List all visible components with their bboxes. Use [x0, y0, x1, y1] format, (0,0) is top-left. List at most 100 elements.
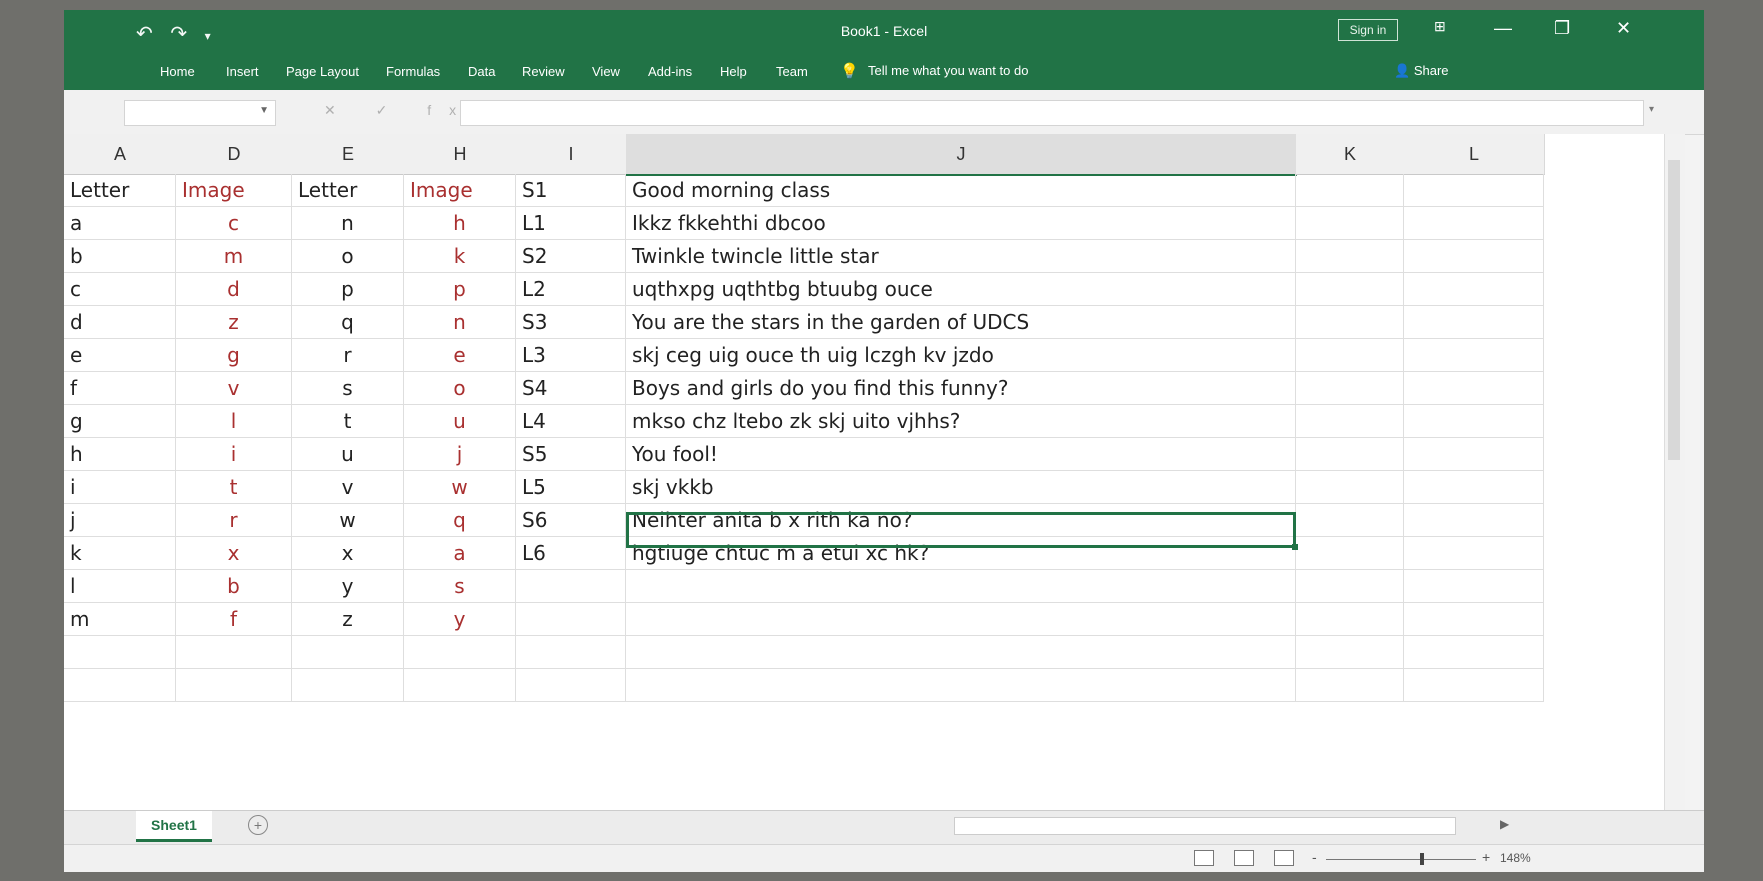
cell-l-9[interactable] [1404, 438, 1544, 471]
cell-i-10[interactable]: L5 [516, 471, 626, 504]
horizontal-scrollbar[interactable] [954, 817, 1456, 835]
cell-k-9[interactable] [1296, 438, 1404, 471]
column-header-l[interactable]: L [1404, 134, 1545, 175]
tab-page-layout[interactable]: Page Layout [286, 64, 359, 79]
close-icon[interactable]: ✕ [1616, 18, 1631, 39]
cell-k-10[interactable] [1296, 471, 1404, 504]
add-sheet-icon[interactable]: + [248, 815, 268, 835]
cell-j-4[interactable]: uqthxpg uqthtbg btuubg ouce [626, 273, 1296, 306]
column-header-e[interactable]: E [292, 134, 405, 175]
cell-e-1[interactable]: Letter [292, 174, 404, 207]
cell-e-13[interactable]: y [292, 570, 404, 603]
cell-l-14[interactable] [1404, 603, 1544, 636]
cell-k-16[interactable] [1296, 669, 1404, 702]
name-box[interactable]: ▼ [124, 100, 276, 126]
cell-h-13[interactable]: s [404, 570, 516, 603]
cell-d-11[interactable]: r [176, 504, 292, 537]
formula-input[interactable] [460, 100, 1644, 126]
cell-k-4[interactable] [1296, 273, 1404, 306]
cell-d-13[interactable]: b [176, 570, 292, 603]
cell-d-14[interactable]: f [176, 603, 292, 636]
cell-e-3[interactable]: o [292, 240, 404, 273]
sign-in-button[interactable]: Sign in [1338, 19, 1398, 41]
tab-formulas[interactable]: Formulas [386, 64, 440, 79]
cell-d-8[interactable]: l [176, 405, 292, 438]
cell-l-1[interactable] [1404, 174, 1544, 207]
cell-h-7[interactable]: o [404, 372, 516, 405]
cell-i-15[interactable] [516, 636, 626, 669]
tab-help[interactable]: Help [720, 64, 747, 79]
redo-icon[interactable]: ↷ [170, 23, 187, 45]
cell-j-10[interactable]: skj vkkb [626, 471, 1296, 504]
cell-l-4[interactable] [1404, 273, 1544, 306]
tab-home[interactable]: Home [160, 64, 195, 79]
cell-d-5[interactable]: z [176, 306, 292, 339]
zoom-in-button[interactable]: + [1482, 849, 1490, 865]
cell-h-1[interactable]: Image [404, 174, 516, 207]
cell-h-10[interactable]: w [404, 471, 516, 504]
cell-d-7[interactable]: v [176, 372, 292, 405]
cell-h-12[interactable]: a [404, 537, 516, 570]
cell-h-8[interactable]: u [404, 405, 516, 438]
cell-e-10[interactable]: v [292, 471, 404, 504]
cell-d-6[interactable]: g [176, 339, 292, 372]
cell-i-2[interactable]: L1 [516, 207, 626, 240]
cell-e-5[interactable]: q [292, 306, 404, 339]
cell-j-16[interactable] [626, 669, 1296, 702]
cell-a-7[interactable]: f [64, 372, 176, 405]
cell-e-7[interactable]: s [292, 372, 404, 405]
cell-e-16[interactable] [292, 669, 404, 702]
normal-view-icon[interactable] [1194, 850, 1214, 866]
cell-i-3[interactable]: S2 [516, 240, 626, 273]
cell-i-4[interactable]: L2 [516, 273, 626, 306]
cell-i-12[interactable]: L6 [516, 537, 626, 570]
cell-l-15[interactable] [1404, 636, 1544, 669]
cell-a-11[interactable]: j [64, 504, 176, 537]
cell-k-7[interactable] [1296, 372, 1404, 405]
column-header-h[interactable]: H [404, 134, 517, 175]
cell-e-8[interactable]: t [292, 405, 404, 438]
cell-h-11[interactable]: q [404, 504, 516, 537]
cell-l-16[interactable] [1404, 669, 1544, 702]
cell-k-8[interactable] [1296, 405, 1404, 438]
cell-a-14[interactable]: m [64, 603, 176, 636]
cell-j-8[interactable]: mkso chz ltebo zk skj uito vjhhs? [626, 405, 1296, 438]
active-cell-selection[interactable] [626, 512, 1298, 550]
cell-e-12[interactable]: x [292, 537, 404, 570]
chevron-down-icon[interactable]: ▼ [259, 105, 269, 116]
formula-buttons[interactable]: ✕ ✓ fx [324, 102, 474, 119]
cell-a-3[interactable]: b [64, 240, 176, 273]
cell-d-3[interactable]: m [176, 240, 292, 273]
cell-l-3[interactable] [1404, 240, 1544, 273]
cell-j-15[interactable] [626, 636, 1296, 669]
cell-h-5[interactable]: n [404, 306, 516, 339]
cell-h-14[interactable]: y [404, 603, 516, 636]
column-header-a[interactable]: A [64, 134, 177, 175]
zoom-slider[interactable] [1326, 859, 1476, 860]
cell-k-14[interactable] [1296, 603, 1404, 636]
cell-i-9[interactable]: S5 [516, 438, 626, 471]
tab-view[interactable]: View [592, 64, 620, 79]
cell-k-13[interactable] [1296, 570, 1404, 603]
cell-d-2[interactable]: c [176, 207, 292, 240]
worksheet-grid[interactable]: A D E H I J K L Letter Image Letter Image S1 Good mor… [64, 134, 1664, 810]
cell-j-3[interactable]: Twinkle twincle little star [626, 240, 1296, 273]
cell-i-7[interactable]: S4 [516, 372, 626, 405]
cell-k-3[interactable] [1296, 240, 1404, 273]
tell-me-search[interactable]: Tell me what you want to do [868, 63, 1028, 78]
tab-review[interactable]: Review [522, 64, 565, 79]
expand-formula-bar-icon[interactable]: ▾ [1649, 104, 1654, 115]
cell-a-2[interactable]: a [64, 207, 176, 240]
minimize-icon[interactable]: — [1494, 18, 1512, 39]
cell-h-6[interactable]: e [404, 339, 516, 372]
cell-a-13[interactable]: l [64, 570, 176, 603]
cell-h-16[interactable] [404, 669, 516, 702]
scroll-right-icon[interactable]: ▶ [1500, 817, 1509, 831]
cell-i-8[interactable]: L4 [516, 405, 626, 438]
cell-l-10[interactable] [1404, 471, 1544, 504]
customize-qat-icon[interactable]: ▾ [205, 29, 211, 43]
cell-a-16[interactable] [64, 669, 176, 702]
page-break-view-icon[interactable] [1274, 850, 1294, 866]
restore-icon[interactable]: ❐ [1554, 18, 1570, 39]
cell-i-16[interactable] [516, 669, 626, 702]
